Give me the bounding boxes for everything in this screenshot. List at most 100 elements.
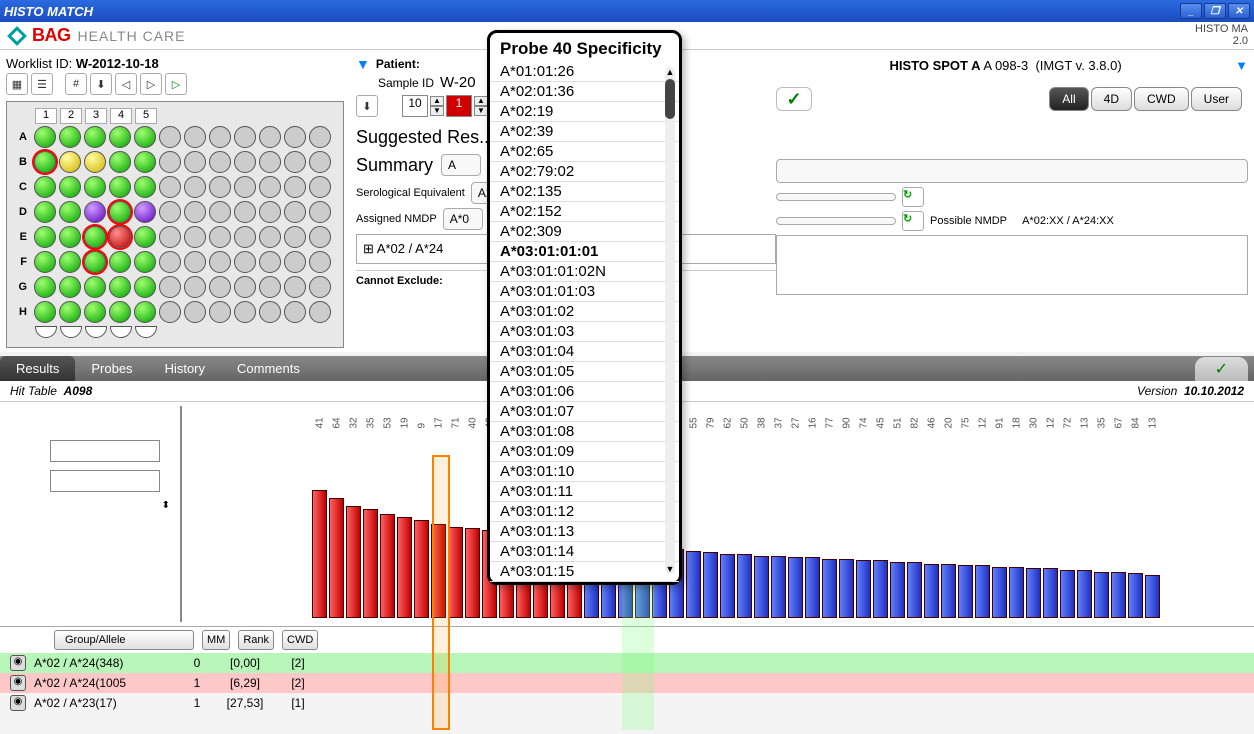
well-A8[interactable] — [209, 126, 231, 148]
scroll-thumb[interactable] — [665, 79, 675, 119]
well-B5[interactable] — [134, 151, 156, 173]
popup-item[interactable]: A*03:01:01:01 — [490, 242, 679, 262]
well-A6[interactable] — [159, 126, 181, 148]
well-D10[interactable] — [259, 201, 281, 223]
result-row[interactable]: ◉ A*02 / A*24(348) 0 [0,00] [2] — [0, 653, 1254, 673]
well-F11[interactable] — [284, 251, 306, 273]
tree-expand-icon[interactable]: ⊞ — [363, 241, 374, 256]
popup-item[interactable]: A*03:01:09 — [490, 442, 679, 462]
well-D7[interactable] — [184, 201, 206, 223]
bar[interactable] — [397, 517, 412, 618]
chart-filter-1[interactable] — [50, 440, 160, 462]
popup-item[interactable]: A*01:01:26 — [490, 62, 679, 82]
pill-cwd[interactable]: CWD — [1134, 87, 1189, 111]
well-H10[interactable] — [259, 301, 281, 323]
well-G5[interactable] — [134, 276, 156, 298]
bar[interactable] — [329, 498, 344, 618]
popup-item[interactable]: A*02:39 — [490, 122, 679, 142]
well-F6[interactable] — [159, 251, 181, 273]
number-input-red[interactable]: 1 — [446, 95, 472, 117]
well-E2[interactable] — [59, 226, 81, 248]
well-A9[interactable] — [234, 126, 256, 148]
well-A7[interactable] — [184, 126, 206, 148]
number-input-10[interactable]: 10 — [402, 95, 428, 117]
well-H6[interactable] — [159, 301, 181, 323]
bar[interactable] — [720, 554, 735, 618]
plate-col-1[interactable]: 1 — [35, 108, 57, 124]
play-button[interactable]: ▷ — [165, 73, 187, 95]
collapse-icon[interactable]: ▼ — [356, 56, 370, 72]
popup-item[interactable]: A*03:01:02 — [490, 302, 679, 322]
popup-item[interactable]: A*02:01:36 — [490, 82, 679, 102]
well-B1[interactable] — [34, 151, 56, 173]
bar[interactable] — [1060, 570, 1075, 618]
well-F3[interactable] — [84, 251, 106, 273]
bar[interactable] — [941, 564, 956, 618]
well-F5[interactable] — [134, 251, 156, 273]
well-D4[interactable] — [109, 201, 131, 223]
well-C12[interactable] — [309, 176, 331, 198]
well-B10[interactable] — [259, 151, 281, 173]
popup-item[interactable]: A*03:01:04 — [490, 342, 679, 362]
well-D3[interactable] — [84, 201, 106, 223]
well-H4[interactable] — [109, 301, 131, 323]
well-B9[interactable] — [234, 151, 256, 173]
well-H9[interactable] — [234, 301, 256, 323]
popup-item[interactable]: A*03:01:05 — [490, 362, 679, 382]
popup-item[interactable]: A*03:01:12 — [490, 502, 679, 522]
col-group-allele[interactable]: Group/Allele — [54, 630, 194, 650]
well-B7[interactable] — [184, 151, 206, 173]
bar-chart[interactable]: 4164323553199177140422658778969567068806… — [180, 406, 1244, 622]
bar[interactable] — [839, 559, 854, 618]
bar[interactable] — [907, 562, 922, 618]
popup-item[interactable]: A*03:01:11 — [490, 482, 679, 502]
well-F12[interactable] — [309, 251, 331, 273]
well-F7[interactable] — [184, 251, 206, 273]
well-H3[interactable] — [84, 301, 106, 323]
well-F10[interactable] — [259, 251, 281, 273]
bar[interactable] — [873, 560, 888, 618]
tab-confirm-button[interactable]: ✓ — [1195, 357, 1248, 381]
confirm-button[interactable]: ✓ — [776, 87, 812, 111]
popup-item[interactable]: A*03:01:06 — [490, 382, 679, 402]
popup-item[interactable]: A*03:01:01:02N — [490, 262, 679, 282]
well-D8[interactable] — [209, 201, 231, 223]
close-button[interactable]: ✕ — [1228, 3, 1250, 19]
well-A5[interactable] — [134, 126, 156, 148]
bar[interactable] — [431, 524, 446, 618]
result-row[interactable]: ◉ A*02 / A*24(1005 1 [6,29] [2] — [0, 673, 1254, 693]
summary-value[interactable]: A — [441, 154, 481, 176]
well-B12[interactable] — [309, 151, 331, 173]
refresh-nmdp-button[interactable]: ↻ — [902, 211, 924, 231]
pill-all[interactable]: All — [1049, 87, 1088, 111]
well-B4[interactable] — [109, 151, 131, 173]
nmdp-field-2[interactable] — [776, 217, 896, 225]
well-C2[interactable] — [59, 176, 81, 198]
plate-col-4[interactable]: 4 — [110, 108, 132, 124]
bar[interactable] — [686, 551, 701, 618]
popup-item[interactable]: A*02:19 — [490, 102, 679, 122]
well-C3[interactable] — [84, 176, 106, 198]
col-mm[interactable]: MM — [202, 630, 230, 650]
import-icon-button[interactable]: ⬇ — [356, 95, 378, 117]
well-C6[interactable] — [159, 176, 181, 198]
bar[interactable] — [1128, 573, 1143, 618]
scroll-down-icon[interactable]: ▼ — [665, 564, 675, 574]
bar[interactable] — [346, 506, 361, 618]
well-H7[interactable] — [184, 301, 206, 323]
well-B6[interactable] — [159, 151, 181, 173]
well-F2[interactable] — [59, 251, 81, 273]
popup-item[interactable]: A*03:01:03 — [490, 322, 679, 342]
spinner-red[interactable]: ▲▼ — [474, 96, 488, 116]
well-C8[interactable] — [209, 176, 231, 198]
bar[interactable] — [1145, 575, 1160, 618]
well-E5[interactable] — [134, 226, 156, 248]
maximize-button[interactable]: ❐ — [1204, 3, 1226, 19]
well-D1[interactable] — [34, 201, 56, 223]
bar[interactable] — [465, 528, 480, 618]
well-G7[interactable] — [184, 276, 206, 298]
bar[interactable] — [1026, 568, 1041, 618]
col-rank[interactable]: Rank — [238, 630, 274, 650]
well-F1[interactable] — [34, 251, 56, 273]
bar[interactable] — [703, 552, 718, 618]
